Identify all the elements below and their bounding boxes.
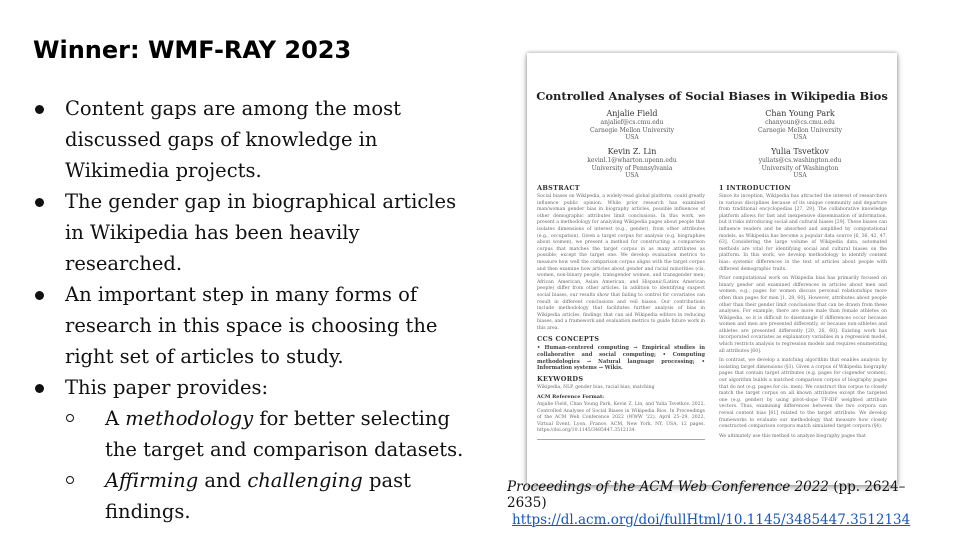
introduction-heading: 1 INTRODUCTION	[719, 184, 791, 192]
author-block: Yulia Tsvetkov yuliats@cs.washington.edu…	[715, 147, 885, 180]
abstract-text: Social biases on Wikipedia, a widely-rea…	[537, 194, 705, 331]
bullet-text: The gender gap in biographical articles …	[65, 190, 457, 275]
emphasis-text: Affirming	[105, 469, 199, 492]
author-name: Chan Young Park	[765, 109, 835, 118]
author-email: yuliats@cs.washington.edu	[758, 157, 842, 164]
bullet-item: This paper provides: A methodology for b…	[33, 372, 473, 527]
bullet-item: Content gaps are among the most discusse…	[33, 93, 473, 186]
author-block: Chan Young Park chanyoun@cs.cmu.edu Carn…	[715, 109, 885, 142]
intro-paragraph: In contrast, we develop a matching algor…	[719, 358, 887, 430]
author-block: Anjalie Field anjalief@cs.cmu.edu Carneg…	[547, 109, 717, 142]
author-email: kevinl.1@wharton.upenn.edu	[587, 157, 677, 164]
author-block: Kevin Z. Lin kevinl.1@wharton.upenn.edu …	[547, 147, 717, 180]
intro-paragraph: Since its inception, Wikipedia has attra…	[719, 194, 887, 272]
emphasis-text: challenging	[247, 469, 363, 492]
sub-bullet-text: and	[198, 469, 248, 492]
citation: Proceedings of the ACM Web Conference 20…	[507, 479, 937, 511]
keywords-text: Wikipedia, NLP, gender bias, racial bias…	[537, 384, 655, 390]
author-country: USA	[625, 172, 639, 179]
author-name: Anjalie Field	[606, 109, 658, 118]
author-affiliation: University of Washington	[761, 164, 839, 172]
paper-left-column: ABSTRACT Social biases on Wikipedia, a w…	[537, 184, 705, 440]
bullet-item: An important step in many forms of resea…	[33, 279, 473, 372]
paper-link[interactable]: https://dl.acm.org/doi/fullHtml/10.1145/…	[512, 512, 910, 528]
author-country: USA	[793, 134, 807, 141]
reference-format-heading: ACM Reference Format:	[537, 394, 605, 401]
bullet-item: The gender gap in biographical articles …	[33, 186, 473, 279]
bullet-text: An important step in many forms of resea…	[65, 283, 438, 368]
sub-bullet-item: Affirming and challenging past findings.	[65, 465, 473, 527]
keywords-heading: KEYWORDS	[537, 374, 584, 383]
author-country: USA	[625, 134, 639, 141]
bullet-dot-icon	[35, 291, 44, 300]
hollow-bullet-icon	[66, 476, 74, 484]
paper-screenshot: Controlled Analyses of Social Biases in …	[527, 53, 897, 485]
ccs-text: • Human-centered computing → Empirical s…	[537, 345, 705, 372]
author-affiliation: Carnegie Mellon University	[757, 126, 843, 134]
paper-title: Controlled Analyses of Social Biases in …	[536, 89, 888, 103]
bullet-text: This paper provides:	[65, 376, 269, 399]
bullet-list: Content gaps are among the most discusse…	[33, 93, 473, 527]
author-affiliation: University of Pennsylvania	[591, 164, 673, 172]
author-email: chanyoun@cs.cmu.edu	[765, 119, 835, 126]
author-email: anjalief@cs.cmu.edu	[600, 119, 664, 126]
emphasis-text: methodology	[125, 407, 254, 430]
bullet-dot-icon	[35, 384, 44, 393]
intro-paragraph: Prior computational work on Wikipedia bi…	[719, 276, 887, 354]
hollow-bullet-icon	[66, 414, 74, 422]
reference-format-text: Anjalie Field, Chan Young Park, Kevin Z.…	[537, 402, 705, 434]
citation-venue: Proceedings of the ACM Web Conference 20…	[507, 479, 829, 495]
author-name: Yulia Tsvetkov	[771, 147, 829, 156]
slide-title: Winner: WMF-RAY 2023	[33, 36, 352, 64]
author-country: USA	[793, 172, 807, 179]
bullet-text: Content gaps are among the most discusse…	[65, 97, 401, 182]
author-affiliation: Carnegie Mellon University	[589, 126, 675, 134]
author-name: Kevin Z. Lin	[607, 147, 657, 156]
sub-bullet-list: A methodology for better selecting the t…	[65, 403, 473, 527]
divider	[537, 439, 705, 440]
ccs-heading: CCS CONCEPTS	[537, 335, 600, 344]
sub-bullet-text: A	[105, 407, 126, 430]
abstract-heading: ABSTRACT	[537, 184, 580, 192]
paper-right-column: 1 INTRODUCTION Since its inception, Wiki…	[719, 184, 887, 443]
bullet-dot-icon	[35, 105, 44, 114]
bullet-dot-icon	[35, 198, 44, 207]
sub-bullet-item: A methodology for better selecting the t…	[65, 403, 473, 465]
intro-paragraph: We ultimately use this method to analyze…	[719, 433, 866, 439]
